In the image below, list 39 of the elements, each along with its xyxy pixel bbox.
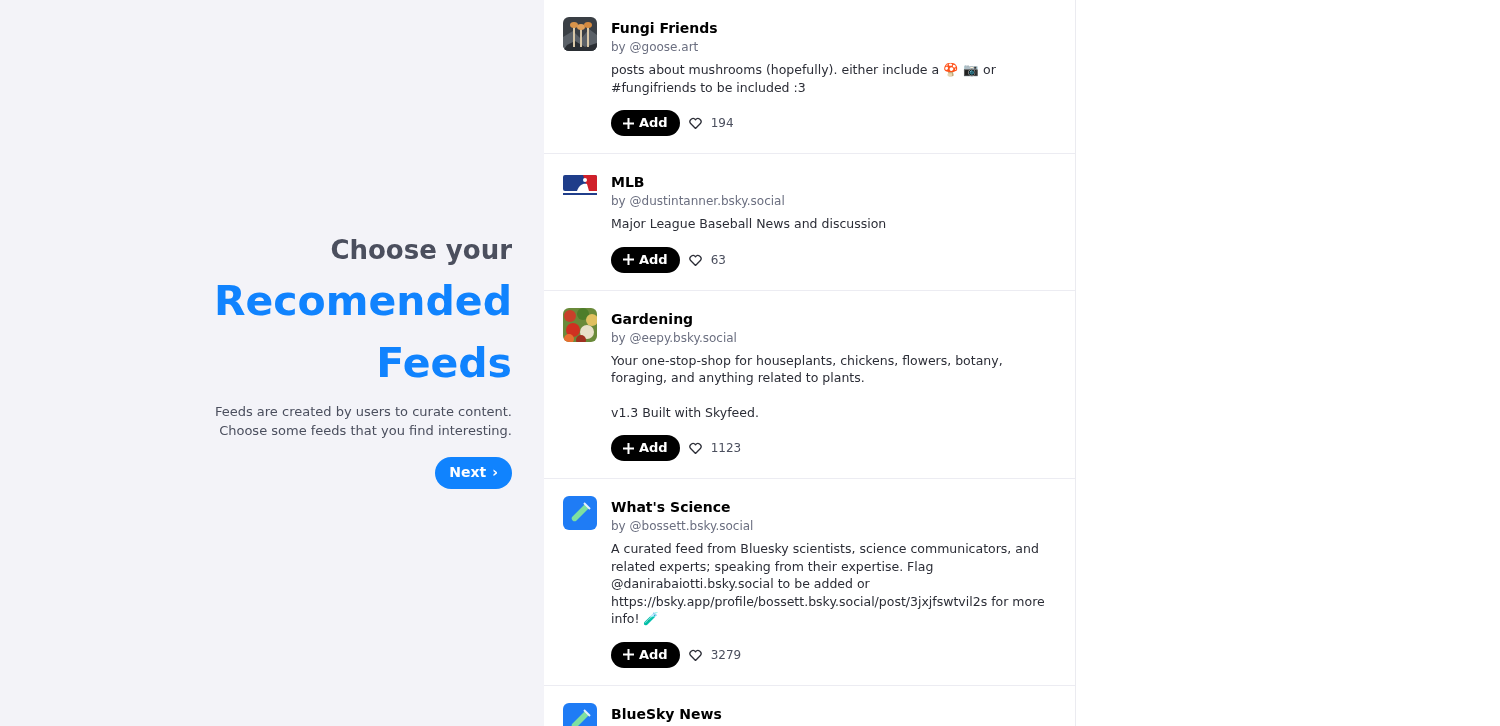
feed-author: by @goose.art: [611, 39, 700, 55]
feed-description: v1.3 Built with Skyfeed.: [611, 403, 760, 421]
feed-title: What's Science: [611, 498, 732, 517]
test-tube-icon: [563, 496, 597, 530]
feed-author: by @bossett.bsky.social: [611, 518, 755, 534]
like-count: 194: [710, 115, 734, 132]
feed-author: by @eepy.bsky.social: [611, 329, 738, 346]
heading-line: Choose your: [330, 233, 512, 267]
headline: Recomended: [213, 275, 512, 327]
like-count: 3279: [710, 646, 742, 664]
add-button[interactable]: Add: [611, 246, 680, 273]
like-count: 1123: [710, 440, 742, 457]
test-tube-icon: [563, 702, 597, 726]
add-button[interactable]: Add: [611, 110, 680, 136]
intro-text: Choose some feeds that you find interesting.: [219, 421, 512, 440]
plus-icon: [623, 117, 634, 129]
feed-title: BlueSky News: [611, 704, 722, 724]
add-button[interactable]: Add: [611, 641, 680, 668]
plus-icon: [623, 254, 634, 265]
feed-title: MLB: [611, 173, 646, 192]
feed-author: by @dustintanner.bsky.social: [611, 193, 786, 209]
headline: Feeds: [376, 337, 512, 389]
next-button[interactable]: Next ›: [435, 456, 512, 489]
heart-icon: [688, 442, 702, 454]
feed-description: Major League Baseball News and discussion: [611, 215, 888, 233]
heart-icon: [688, 648, 702, 661]
baseball-logo: [563, 175, 597, 197]
feed-title: Fungi Friends: [611, 19, 719, 38]
feed-description: posts about mushrooms (hopefully). either include a 🍄 📷 or #fungifriends to be included :3: [611, 61, 997, 96]
plus-icon: [623, 649, 634, 660]
like-count: 63: [710, 251, 726, 269]
feed-title: Gardening: [611, 309, 695, 329]
heart-icon: [688, 253, 702, 266]
plus-icon: [623, 442, 634, 454]
heart-icon: [688, 117, 702, 129]
feed-description: Your one-stop-shop for houseplants, chickens, flowers, botany, foraging, and anything related to plants.: [611, 351, 1004, 387]
add-button[interactable]: Add: [611, 435, 680, 461]
feed-description: A curated feed from Bluesky scientists, science communicators, and related experts; speaking from their expertise. Flag @danirabaiotti.bsky.social to be added or https://bsky.app/profile/bossett.bsky.social/post/3jxjfswtvil2s for more info! 🧪: [611, 540, 1046, 628]
intro-text: Feeds are created by users to curate content.: [214, 402, 512, 421]
